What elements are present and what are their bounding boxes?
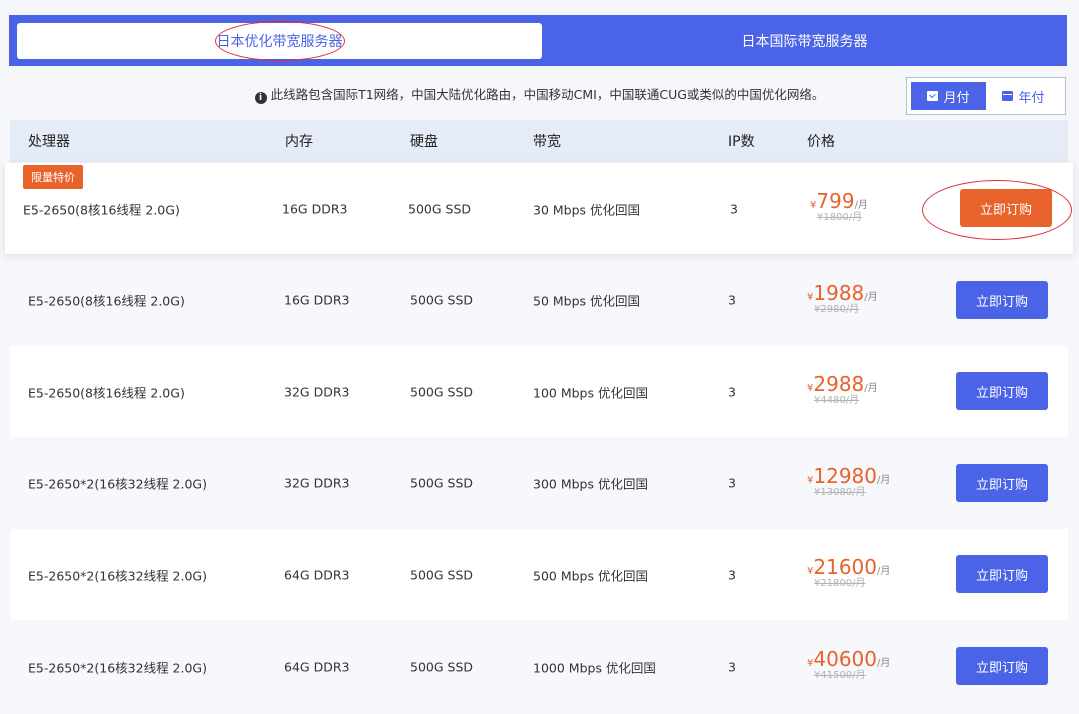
ip-count-cell: 3	[730, 201, 738, 216]
price-unit: /月	[864, 383, 878, 394]
ip-count-cell: 3	[728, 292, 736, 308]
calendar-check-icon	[927, 91, 939, 101]
disk-cell: 500G SSD	[410, 475, 474, 491]
info-icon: i	[254, 92, 267, 104]
header-ram: 内存	[285, 134, 313, 150]
ip-count-cell: 3	[728, 384, 736, 399]
price-unit: /月	[877, 658, 891, 669]
table-row: E5-2650(8核16线程 2.0G) 32G DDR3 500G SSD 1…	[10, 346, 1068, 437]
price-unit: /月	[877, 475, 891, 486]
ip-count-cell: 3	[728, 475, 736, 491]
limited-offer-badge: 限量特价	[23, 165, 83, 189]
price-unit: /月	[864, 292, 878, 303]
monthly-billing-button[interactable]: 月付	[911, 82, 986, 110]
billing-period-toggle: 月付 年付	[906, 77, 1066, 115]
price-cell: ¥40600/月 ¥41500/月	[807, 649, 890, 681]
price-cell: ¥1988/月 ¥2980/月	[807, 283, 878, 315]
calendar-icon	[1002, 91, 1014, 101]
price-cell: ¥799/月 ¥1800/月	[810, 191, 868, 223]
price-amount: 2988	[813, 372, 865, 396]
tab-japan-optimized[interactable]: 日本优化带宽服务器	[17, 21, 542, 61]
tab-japan-international-label: 日本国际带宽服务器	[741, 33, 868, 50]
table-header: 处理器 内存 硬盘 带宽 IP数 价格	[10, 120, 1068, 162]
price-cell: ¥21600/月 ¥21800/月	[807, 557, 890, 589]
price-amount: 21600	[813, 555, 877, 579]
header-price: 价格	[807, 134, 835, 150]
cpu-cell: E5-2650*2(16核32线程 2.0G)	[28, 660, 207, 676]
yearly-billing-button[interactable]: 年付	[986, 82, 1061, 110]
buy-now-button[interactable]: 立即订购	[956, 647, 1048, 685]
cpu-cell: E5-2650*2(16核32线程 2.0G)	[28, 568, 207, 583]
buy-now-button[interactable]: 立即订购	[956, 281, 1048, 319]
table-row: E5-2650*2(16核32线程 2.0G) 64G DDR3 500G SS…	[10, 529, 1068, 620]
price-unit: /月	[854, 200, 868, 211]
cpu-cell: E5-2650(8核16线程 2.0G)	[28, 293, 185, 309]
ram-cell: 64G DDR3	[284, 567, 350, 582]
table-row: E5-2650(8核16线程 2.0G) 16G DDR3 500G SSD 5…	[10, 254, 1068, 346]
ram-cell: 16G DDR3	[284, 292, 350, 308]
ram-cell: 32G DDR3	[284, 384, 350, 399]
header-disk: 硬盘	[410, 134, 438, 150]
buy-now-button[interactable]: 立即订购	[956, 464, 1048, 502]
header-bandwidth: 带宽	[533, 134, 561, 150]
price-amount: 40600	[813, 647, 877, 671]
price-amount: 1988	[813, 281, 865, 305]
ram-cell: 32G DDR3	[284, 475, 350, 491]
table-row: E5-2650*2(16核32线程 2.0G) 64G DDR3 500G SS…	[10, 620, 1068, 714]
original-price: ¥21800/月	[814, 578, 866, 589]
original-price: ¥4480/月	[814, 395, 860, 406]
price-amount: 12980	[813, 464, 877, 488]
original-price: ¥13080/月	[814, 487, 866, 498]
disk-cell: 500G SSD	[410, 659, 474, 675]
bandwidth-cell: 50 Mbps 优化回国	[533, 293, 641, 309]
table-row: 限量特价 E5-2650(8核16线程 2.0G) 16G DDR3 500G …	[5, 163, 1073, 254]
buy-now-button[interactable]: 立即订购	[956, 555, 1048, 593]
table-row: E5-2650*2(16核32线程 2.0G) 32G DDR3 500G SS…	[10, 437, 1068, 529]
disk-cell: 500G SSD	[408, 201, 472, 216]
header-cpu: 处理器	[28, 134, 70, 150]
annotation-circle	[214, 21, 345, 61]
ram-cell: 64G DDR3	[284, 659, 350, 675]
price-cell: ¥12980/月 ¥13080/月	[807, 466, 890, 498]
price-unit: /月	[877, 566, 891, 577]
cpu-cell: E5-2650(8核16线程 2.0G)	[28, 385, 185, 400]
disk-cell: 500G SSD	[410, 384, 474, 399]
tab-japan-international[interactable]: 日本国际带宽服务器	[542, 15, 1067, 66]
disk-cell: 500G SSD	[410, 292, 474, 308]
monthly-billing-label: 月付	[943, 90, 970, 106]
bandwidth-cell: 1000 Mbps 优化回国	[533, 660, 656, 676]
original-price: ¥1800/月	[817, 212, 863, 223]
bandwidth-cell: 30 Mbps 优化回国	[533, 202, 641, 217]
bandwidth-cell: 100 Mbps 优化回国	[533, 385, 648, 400]
cpu-cell: E5-2650*2(16核32线程 2.0G)	[28, 476, 207, 492]
header-ip-count: IP数	[728, 134, 755, 150]
ram-cell: 16G DDR3	[282, 201, 348, 216]
ip-count-cell: 3	[728, 659, 736, 675]
buy-now-button[interactable]: 立即订购	[960, 189, 1052, 227]
server-type-tabs: 日本优化带宽服务器 日本国际带宽服务器	[9, 15, 1067, 66]
price-amount: 799	[816, 189, 855, 213]
cpu-cell: E5-2650(8核16线程 2.0G)	[23, 202, 180, 217]
disk-cell: 500G SSD	[410, 567, 474, 582]
price-cell: ¥2988/月 ¥4480/月	[807, 374, 878, 406]
original-price: ¥41500/月	[814, 670, 866, 681]
buy-now-button[interactable]: 立即订购	[956, 372, 1048, 410]
bandwidth-cell: 300 Mbps 优化回国	[533, 476, 648, 492]
bandwidth-cell: 500 Mbps 优化回国	[533, 568, 648, 583]
yearly-billing-label: 年付	[1018, 90, 1045, 106]
original-price: ¥2980/月	[814, 304, 860, 315]
ip-count-cell: 3	[728, 567, 736, 582]
route-notice-text: 此线路包含国际T1网络，中国大陆优化路由，中国移动CMI，中国联通CUG或类似的…	[270, 87, 825, 102]
